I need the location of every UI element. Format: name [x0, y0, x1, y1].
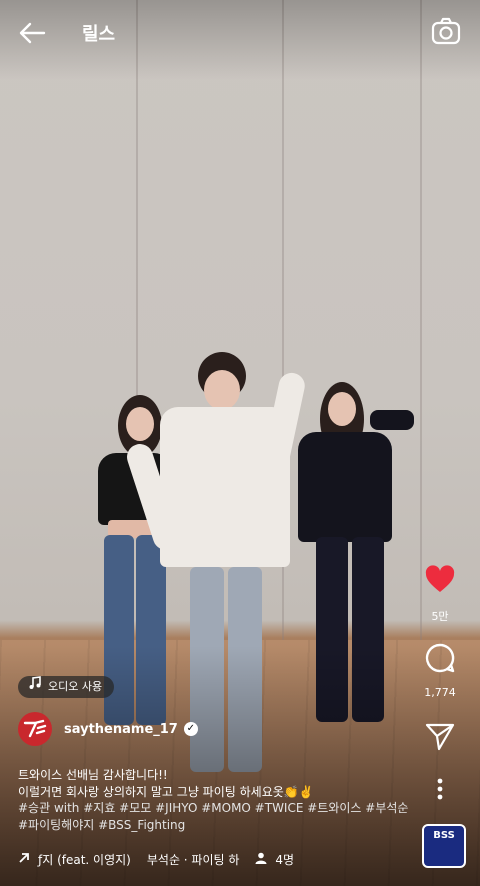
audio-thumbnail[interactable]: BSS: [422, 824, 466, 868]
send-icon[interactable]: [424, 720, 456, 752]
hashtag-line: #파이팅해야지 #BSS_Fighting: [18, 818, 186, 832]
hashtag-line: #승관 with #지효 #모모 #JIHYO #MOMO #TWICE #트와…: [18, 801, 409, 815]
caption-line: 트와이스 선배님 감사합니다!!: [18, 768, 168, 782]
people-count[interactable]: 4명: [275, 851, 294, 868]
wall-panel-seam: [420, 0, 422, 640]
heart-icon[interactable]: [424, 564, 456, 596]
use-audio-label: 오디오 사용: [48, 680, 103, 693]
camera-icon[interactable]: [430, 16, 462, 48]
audio-attribution[interactable]: ƒ지 (feat. 이영지) 부석순 · 파이팅 하 4명: [18, 850, 294, 868]
caption-line: 이럴거면 회사랑 상의하지 말고 그냥 파이팅 하세요옷👏✌️: [18, 785, 314, 799]
music-note-icon: [28, 676, 42, 698]
avatar[interactable]: [18, 712, 52, 746]
reels-header: 릴스: [0, 0, 480, 64]
arrow-left-icon[interactable]: [16, 16, 50, 50]
audio-title[interactable]: ƒ지 (feat. 이영지): [38, 851, 131, 868]
page-title: 릴스: [82, 24, 116, 45]
username[interactable]: saythename_17: [64, 722, 178, 737]
author-row[interactable]: saythename_17 ✓: [18, 712, 198, 746]
caption[interactable]: 트와이스 선배님 감사합니다!! 이럴거면 회사랑 상의하지 말고 그냥 파이팅…: [18, 767, 428, 801]
thumbnail-label: BSS: [433, 830, 455, 841]
like-count: 5만: [431, 610, 449, 623]
reel-video[interactable]: [0, 0, 480, 886]
person-icon: [255, 852, 267, 867]
comment-count: 1,774: [424, 686, 456, 699]
hashtags[interactable]: #승관 with #지효 #모모 #JIHYO #MOMO #TWICE #트와…: [18, 800, 428, 834]
more-vertical-icon[interactable]: [424, 774, 456, 806]
use-audio-button[interactable]: 오디오 사용: [18, 676, 115, 698]
audio-artist[interactable]: 부석순 · 파이팅 하: [147, 851, 240, 868]
verified-badge-icon: ✓: [183, 722, 198, 736]
arrow-up-right-icon: [18, 852, 30, 867]
comment-icon[interactable]: [424, 642, 456, 674]
